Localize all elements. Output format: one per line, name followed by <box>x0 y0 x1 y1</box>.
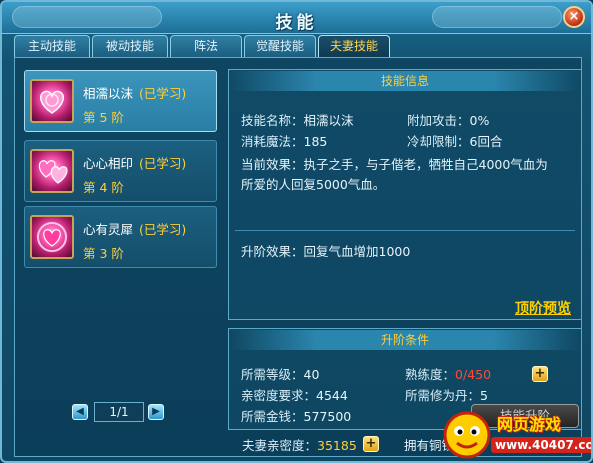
skill-name-row: 技能名称：相濡以沫 <box>241 113 354 128</box>
intimacy-requirement-row: 亲密度要求：4544 <box>241 388 348 403</box>
site-watermark: 网页游戏 www.40407.com <box>439 405 591 461</box>
prev-page-button[interactable]: ◀ <box>72 404 88 420</box>
upgrade-effect: 升阶效果：回复气血增加1000 <box>241 244 411 259</box>
upgrade-conditions-header: 升阶条件 <box>230 330 580 350</box>
tab-couple-skills[interactable]: 夫妻技能 <box>318 35 390 57</box>
close-button[interactable]: × <box>563 6 585 28</box>
tab-active-skills[interactable]: 主动技能 <box>14 35 90 57</box>
skill-tier: 第 5 阶 <box>83 110 124 125</box>
skill-info-panel: 技能信息 技能名称：相濡以沫 附加攻击：0% 消耗魔法：185 冷却限制：6回合… <box>228 69 582 320</box>
heart-swirl-icon <box>30 79 74 123</box>
couple-intimacy: 夫妻亲密度：35185 <box>242 438 357 453</box>
double-heart-icon <box>30 149 74 193</box>
extra-attack-row: 附加攻击：0% <box>407 113 490 128</box>
skill-item-xinyoulingxi[interactable]: 心有灵犀 (已学习) 第 3 阶 <box>24 206 217 268</box>
required-level-row: 所需等级：40 <box>241 367 320 382</box>
skill-item-xiangruyimo[interactable]: 相濡以沫 (已学习) 第 5 阶 <box>24 70 217 132</box>
skill-name: 心有灵犀 (已学习) <box>83 222 187 237</box>
skill-name: 相濡以沫 (已学习) <box>83 86 187 101</box>
skill-tier: 第 3 阶 <box>83 246 124 261</box>
current-effect-line2: 所爱的人回复5000气血。 <box>241 177 386 192</box>
pill-requirement-row: 所需修为丹：5 <box>405 388 488 403</box>
window-title: 技能 <box>275 13 318 33</box>
proficiency-row: 熟练度：0/450 <box>405 367 492 382</box>
tab-formation[interactable]: 阵法 <box>170 35 242 57</box>
tab-awakening-skills[interactable]: 觉醒技能 <box>244 35 316 57</box>
skill-item-xinxinxiangyin[interactable]: 心心相印 (已学习) 第 4 阶 <box>24 140 217 202</box>
skill-window: 技能 × 主动技能 被动技能 阵法 觉醒技能 夫妻技能 相濡以沫 (已学习) 第 … <box>0 0 593 463</box>
next-page-button[interactable]: ▶ <box>148 404 164 420</box>
money-requirement-row: 所需金钱：577500 <box>241 409 352 424</box>
heart-ring-icon <box>30 215 74 259</box>
skill-name: 心心相印 (已学习) <box>83 156 187 171</box>
cooldown-row: 冷却限制：6回合 <box>407 134 503 149</box>
skill-tier: 第 4 阶 <box>83 180 124 195</box>
title-bar: 技能 × <box>2 2 591 34</box>
add-proficiency-button[interactable]: + <box>532 366 548 382</box>
mana-cost-row: 消耗魔法：185 <box>241 134 328 149</box>
top-tier-preview-link[interactable]: 顶阶预览 <box>515 298 571 318</box>
mascot-logo-icon <box>443 411 491 459</box>
add-intimacy-button[interactable]: + <box>363 436 379 452</box>
divider <box>235 230 575 231</box>
watermark-name: 网页游戏 <box>497 415 562 434</box>
tab-passive-skills[interactable]: 被动技能 <box>92 35 168 57</box>
page-indicator: 1/1 <box>94 402 144 422</box>
skill-info-header: 技能信息 <box>230 71 580 91</box>
watermark-url: www.40407.com <box>491 437 591 453</box>
current-effect-line1: 当前效果：执子之手，与子偕老，牺牲自己4000气血为 <box>241 157 548 172</box>
